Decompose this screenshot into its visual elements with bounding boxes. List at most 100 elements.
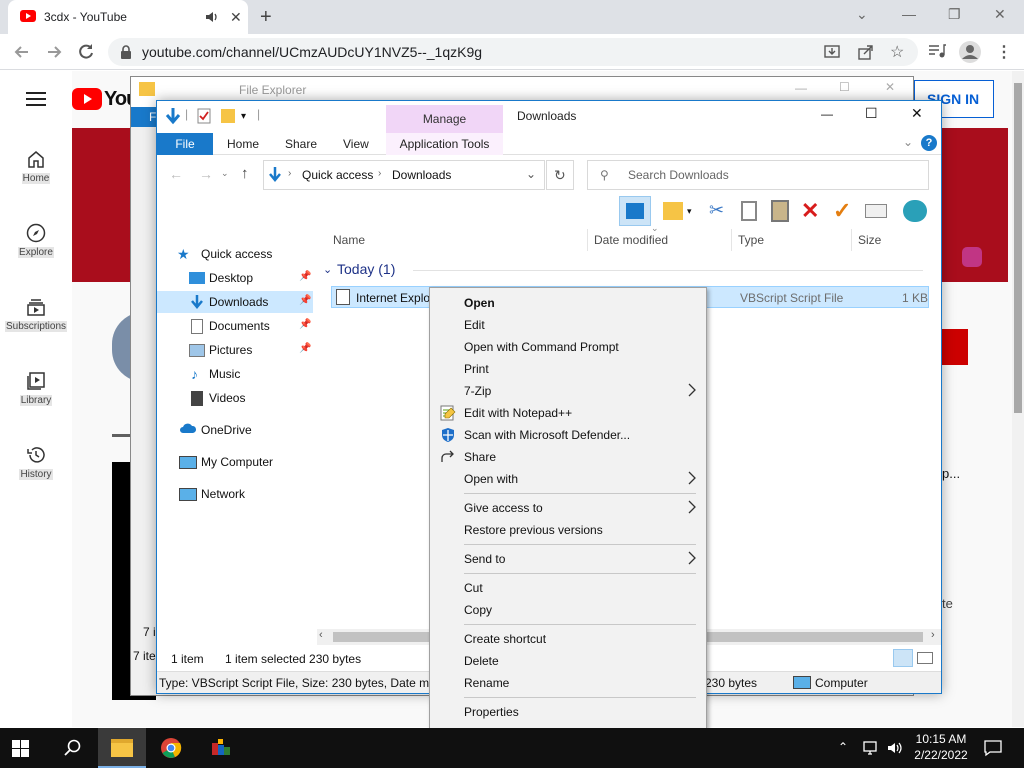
column-separator[interactable] (851, 229, 852, 251)
taskbar-file-explorer[interactable] (98, 728, 146, 768)
pin-icon[interactable]: 📌 (299, 295, 311, 306)
tab-view[interactable]: View (343, 133, 369, 155)
profile-avatar-icon[interactable] (959, 41, 981, 63)
tab-close-icon[interactable]: ✕ (230, 10, 242, 24)
nav-item-downloads[interactable]: Downloads 📌 (157, 291, 313, 313)
menu-item-create-shortcut[interactable]: Create shortcut (432, 628, 704, 650)
nav-item-quick-access[interactable]: ★ Quick access (157, 243, 313, 265)
column-name[interactable]: Name (333, 233, 365, 247)
menu-item-give-access-to[interactable]: Give access to (432, 497, 704, 519)
pin-icon[interactable]: 📌 (299, 343, 311, 354)
taskbar-search-button[interactable] (56, 728, 88, 768)
breadcrumb-downloads[interactable]: Downloads (392, 168, 451, 182)
youtube-logo[interactable] (72, 88, 102, 110)
yt-nav-explore[interactable]: Explore (0, 223, 72, 258)
copy-icon[interactable] (741, 201, 757, 221)
properties-icon[interactable] (663, 202, 683, 220)
menu-item-open-with[interactable]: Open with (432, 468, 704, 490)
new-tab-button[interactable]: + (260, 6, 272, 29)
taskbar-chrome[interactable] (150, 728, 194, 768)
nav-item-my-computer[interactable]: My Computer (157, 451, 313, 473)
tab-search-chevron-icon[interactable]: ⌄ (856, 6, 868, 23)
menu-item-print[interactable]: Print (432, 358, 704, 380)
install-app-icon[interactable] (824, 44, 840, 60)
browser-tab-youtube[interactable]: 3cdx - YouTube ✕ (8, 0, 248, 34)
scroll-right-icon[interactable]: › (931, 629, 935, 641)
menu-item-properties[interactable]: Properties (432, 701, 704, 723)
notifications-icon[interactable] (984, 739, 1002, 757)
tab-file[interactable]: File (157, 133, 213, 155)
nav-item-pictures[interactable]: Pictures 📌 (157, 339, 313, 361)
restore-button[interactable]: ❐ (948, 6, 961, 23)
pin-icon[interactable]: 📌 (299, 271, 311, 282)
share-icon[interactable] (858, 44, 874, 60)
pin-icon[interactable]: 📌 (299, 319, 311, 330)
search-downloads-input[interactable]: ⚲ Search Downloads (587, 160, 929, 190)
menu-item-edit-with-notepadpp[interactable]: Edit with Notepad++ (432, 402, 704, 424)
column-size[interactable]: Size (858, 233, 881, 247)
volume-icon[interactable] (886, 740, 904, 756)
menu-item-open-with-command-prompt[interactable]: Open with Command Prompt (432, 336, 704, 358)
menu-item-7zip[interactable]: 7-Zip (432, 380, 704, 402)
quick-access-dropdown-icon[interactable]: ▾ (241, 111, 246, 122)
breadcrumb-quick-access[interactable]: Quick access (302, 168, 373, 182)
menu-item-send-to[interactable]: Send to (432, 548, 704, 570)
column-type[interactable]: Type (738, 233, 764, 247)
menu-item-rename[interactable]: Rename (432, 672, 704, 694)
yt-nav-home[interactable]: Home (0, 149, 72, 184)
nav-item-music[interactable]: ♪ Music (157, 363, 313, 385)
address-dropdown-chevron-icon[interactable]: ⌄ (526, 167, 536, 181)
details-view-icon[interactable] (893, 649, 913, 667)
menu-item-open[interactable]: Open (432, 292, 704, 314)
forward-icon[interactable]: → (199, 166, 213, 182)
menu-item-edit[interactable]: Edit (432, 314, 704, 336)
tab-application-tools[interactable]: Application Tools (386, 133, 503, 155)
nav-item-documents[interactable]: Documents 📌 (157, 315, 313, 337)
ribbon-expand-chevron-icon[interactable]: ⌄ (903, 135, 913, 149)
bookmark-star-icon[interactable]: ☆ (890, 42, 904, 62)
refresh-button[interactable]: ↻ (546, 160, 574, 190)
tab-audio-icon[interactable] (204, 10, 218, 24)
page-scrollbar[interactable] (1012, 71, 1024, 727)
back-icon[interactable]: ← (169, 166, 183, 182)
scroll-left-icon[interactable]: ‹ (319, 629, 323, 641)
instagram-icon[interactable] (962, 247, 982, 267)
chrome-menu-icon[interactable]: ⋮ (996, 42, 1012, 62)
maximize-window-button[interactable]: ☐ (865, 105, 878, 122)
explorer-address-bar[interactable]: › Quick access › Downloads ⌄ (263, 160, 545, 190)
scrollbar-thumb[interactable] (1014, 83, 1022, 413)
shell-icon[interactable] (903, 200, 927, 222)
tab-share[interactable]: Share (285, 133, 317, 155)
menu-item-delete[interactable]: Delete (432, 650, 704, 672)
yt-nav-library[interactable]: Library (0, 371, 72, 406)
column-separator[interactable] (731, 229, 732, 251)
nav-item-desktop[interactable]: Desktop 📌 (157, 267, 313, 289)
paste-icon[interactable] (771, 200, 789, 222)
menu-item-share[interactable]: Share (432, 446, 704, 468)
address-bar[interactable]: youtube.com/channel/UCmzAUDcUY1NVZ5--_1q… (108, 38, 918, 66)
bg-close-button[interactable]: ✕ (885, 80, 895, 94)
taskbar-clock[interactable]: 10:15 AM 2/22/2022 (906, 731, 976, 763)
nav-item-videos[interactable]: Videos (157, 387, 313, 409)
minimize-window-button[interactable]: — (821, 107, 833, 121)
rename-check-icon[interactable]: ✓ (833, 198, 851, 224)
new-folder-icon[interactable] (221, 109, 235, 123)
network-status-icon[interactable] (862, 740, 880, 756)
column-date-modified[interactable]: Date modified (594, 233, 668, 247)
reload-icon[interactable] (76, 42, 96, 62)
bg-file-tab[interactable]: F (131, 107, 157, 127)
hamburger-menu-icon[interactable] (26, 91, 46, 107)
cut-icon[interactable]: ✂ (709, 200, 724, 221)
bg-maximize-button[interactable]: ☐ (839, 80, 850, 94)
bg-minimize-button[interactable]: — (795, 81, 807, 95)
menu-item-cut[interactable]: Cut (432, 577, 704, 599)
show-hidden-icons-chevron[interactable]: ⌃ (838, 740, 848, 754)
back-arrow-icon[interactable] (12, 42, 32, 62)
delete-icon[interactable]: ✕ (801, 198, 819, 224)
up-arrow-icon[interactable]: ↑ (241, 165, 249, 182)
collapse-chevron-icon[interactable]: ⌄ (323, 263, 332, 276)
forward-arrow-icon[interactable] (44, 42, 64, 62)
close-window-button[interactable]: ✕ (911, 105, 923, 122)
email-icon[interactable] (865, 204, 887, 218)
recent-locations-chevron-icon[interactable]: ⌄ (221, 168, 229, 179)
